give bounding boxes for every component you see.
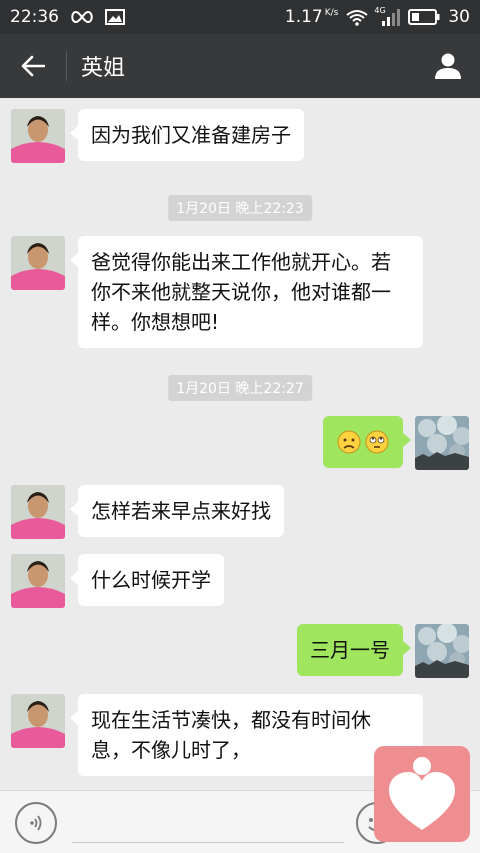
contact-avatar[interactable] [11, 694, 65, 748]
message-bubble[interactable]: 现在生活节凑快，都没有时间休 息，不像儿时了， [70, 694, 423, 776]
network-type-label: 4G [374, 5, 386, 15]
message-received: 因为我们又准备建房子 [11, 109, 304, 163]
chat-message-list[interactable]: 因为我们又准备建房子 1月20日 晚上22:23 爸觉得你能出来工作他就开心。若… [0, 98, 480, 790]
message-text-line: 现在生活节凑快，都没有时间休 [91, 708, 371, 732]
contact-avatar[interactable] [11, 236, 65, 290]
message-received: 怎样若来早点来好找 [11, 485, 284, 539]
message-text-line: 因为我们又准备建房子 [91, 123, 291, 147]
message-text-line: 怎样若来早点来好找 [91, 499, 271, 523]
message-sent [323, 416, 469, 470]
message-bubble[interactable]: 三月一号 [297, 624, 411, 676]
message-received: 爸觉得你能出来工作他就开心。若 你不来他就整天说你，他对谁都一 样。你想想吧! [11, 236, 423, 348]
message-timestamp: 1月20日 晚上22:23 [168, 195, 312, 221]
my-avatar[interactable] [415, 416, 469, 470]
back-arrow-icon [21, 55, 45, 77]
voice-input-button[interactable] [15, 802, 57, 844]
message-timestamp: 1月20日 晚上22:27 [168, 375, 312, 401]
message-received: 什么时候开学 [11, 554, 224, 608]
heart-person-icon [389, 757, 455, 830]
message-bubble[interactable]: 爸觉得你能出来工作他就开心。若 你不来他就整天说你，他对谁都一 样。你想想吧! [70, 236, 423, 348]
image-notification-icon [105, 9, 125, 25]
chat-info-button[interactable] [416, 34, 480, 98]
person-icon [435, 53, 461, 79]
sad-face-emoji-icon [337, 430, 361, 454]
contact-avatar[interactable] [11, 554, 65, 608]
my-avatar[interactable] [415, 624, 469, 678]
message-text-line: 三月一号 [310, 638, 390, 662]
message-text-line: 你不来他就整天说你，他对谁都一 [91, 280, 391, 304]
message-sent: 三月一号 [297, 624, 469, 678]
message-bubble[interactable] [323, 416, 411, 468]
floating-heart-button[interactable] [374, 746, 470, 842]
header-divider [66, 51, 67, 81]
infinity-icon [69, 10, 95, 24]
battery-level: 30 [448, 7, 470, 27]
status-time: 22:36 [10, 7, 59, 27]
message-bubble[interactable]: 因为我们又准备建房子 [70, 109, 304, 161]
speed-unit: K/s [324, 8, 339, 18]
speed-value: 1.17 [284, 7, 323, 27]
message-text-line: 爸觉得你能出来工作他就开心。若 [91, 250, 391, 274]
message-text-line: 息，不像儿时了， [91, 738, 251, 762]
message-text-line: 什么时候开学 [91, 568, 211, 592]
status-bar: 22:36 1.17 K/s 4G 30 [0, 0, 480, 34]
battery-icon [408, 9, 440, 25]
message-received: 现在生活节凑快，都没有时间休 息，不像儿时了， [11, 694, 423, 776]
emoji-row [337, 427, 389, 457]
chat-header: 英姐 [0, 34, 480, 98]
back-button[interactable] [0, 34, 66, 98]
message-bubble[interactable]: 什么时候开学 [70, 554, 224, 606]
rolling-eyes-emoji-icon [365, 430, 389, 454]
contact-avatar[interactable] [11, 109, 65, 163]
contact-avatar[interactable] [11, 485, 65, 539]
wifi-icon [346, 9, 368, 26]
message-text-line: 样。你想想吧! [91, 310, 220, 334]
message-bubble[interactable]: 怎样若来早点来好找 [70, 485, 284, 537]
network-speed: 1.17 K/s [285, 7, 338, 27]
chat-title: 英姐 [81, 56, 126, 81]
signal-icon: 4G [374, 5, 401, 26]
message-text-input[interactable] [72, 807, 344, 843]
voice-wave-icon [30, 815, 42, 831]
